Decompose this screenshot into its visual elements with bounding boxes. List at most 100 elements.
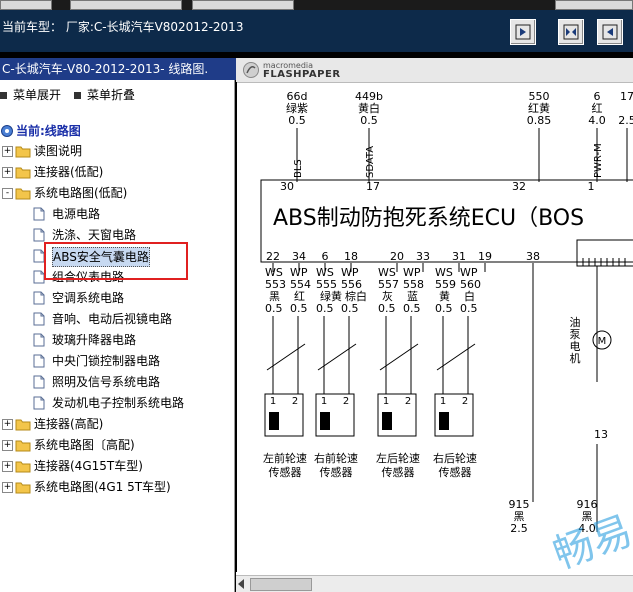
- wire-size: 0.5: [460, 302, 478, 315]
- wire-color: 棕白: [345, 289, 367, 303]
- folder-icon: [15, 146, 31, 158]
- wire-size: 0.5: [316, 302, 334, 315]
- folder-icon: [15, 167, 31, 179]
- wire-color: 白: [464, 289, 475, 303]
- ground-wire-size: 2.5: [510, 522, 528, 535]
- flashpaper-toolbar: macromedia FLASHPAPER: [236, 58, 633, 83]
- pin-number: 31: [452, 250, 466, 263]
- wire-color: 红黄: [528, 101, 550, 115]
- sensor-pin: 1: [270, 396, 276, 407]
- document-icon: [33, 291, 45, 305]
- step-back-button[interactable]: [597, 19, 623, 45]
- tree-toolbar: 菜单展开 菜单折叠: [0, 84, 234, 104]
- expand-node-icon[interactable]: +: [2, 167, 13, 178]
- sensor-pin: 2: [292, 396, 298, 407]
- pin-number: 34: [292, 250, 306, 263]
- signal-label: SDATA: [365, 146, 376, 178]
- sensor-label: 传感器: [269, 466, 302, 479]
- wire-code: 17: [620, 90, 633, 103]
- sensor-label: 右前轮速: [314, 451, 358, 465]
- document-icon: [33, 228, 45, 242]
- collapse-node-icon[interactable]: -: [2, 188, 13, 199]
- wire-size: 0.5: [378, 302, 396, 315]
- scroll-thumb[interactable]: [250, 578, 312, 591]
- tree-item-label: 电源电路: [52, 207, 101, 221]
- expand-node-icon[interactable]: +: [2, 419, 13, 430]
- expand-node-icon[interactable]: +: [2, 461, 13, 472]
- expand-node-icon[interactable]: +: [2, 146, 13, 157]
- document-icon: [33, 396, 45, 410]
- wire-size: 0.5: [360, 114, 378, 127]
- sensor-label: 左前轮速: [263, 451, 307, 465]
- wire-size: 4.0: [588, 114, 606, 127]
- scroll-left-icon[interactable]: [238, 579, 244, 589]
- document-icon: [33, 312, 45, 326]
- sensor-pin: 1: [440, 396, 446, 407]
- sensor-label: 传感器: [439, 466, 472, 479]
- pin-number: 1: [588, 180, 595, 193]
- sensor-pin: 1: [321, 396, 327, 407]
- document-icon: [33, 207, 45, 221]
- step-back-icon: [602, 24, 618, 40]
- pin-number: 6: [322, 250, 329, 263]
- tree-item-label: 连接器(低配): [34, 165, 104, 179]
- wire-size: 0.5: [288, 114, 306, 127]
- top-tab[interactable]: [555, 0, 633, 10]
- horizontal-scrollbar[interactable]: [236, 575, 633, 592]
- sensor-label: 左后轮速: [376, 451, 420, 465]
- tree-item-label: 音响、电动后视镜电路: [52, 312, 173, 326]
- tree-item-label: 空调系统电路: [52, 291, 125, 305]
- pin-number: 19: [478, 250, 492, 263]
- sensor-element: [320, 412, 330, 430]
- pin-number: 32: [512, 180, 526, 193]
- collapse-menu-button[interactable]: 菜单折叠: [74, 86, 135, 103]
- folder-icon: [15, 419, 31, 431]
- tree-item-label: 连接器(高配): [34, 417, 104, 431]
- step-forward-icon: [515, 24, 531, 40]
- wire-size: 0.5: [435, 302, 453, 315]
- motor-letter: M: [598, 336, 607, 347]
- root-icon: [1, 125, 13, 137]
- pump-label: 机: [570, 351, 581, 365]
- wire-color: 绿黄: [320, 289, 342, 303]
- tree-item-label: 系统电路图〔高配): [34, 438, 135, 452]
- document-icon: [33, 333, 45, 347]
- document-viewer: macromedia FLASHPAPER 66d 绿紫 0.5 BLS 30 449b 黄…: [236, 58, 633, 592]
- sensor-element: [382, 412, 392, 430]
- pin-number: 30: [280, 180, 294, 193]
- wire-color: 黄白: [358, 101, 380, 115]
- collapse-icon: [74, 92, 81, 99]
- signal-label: BLS: [293, 159, 304, 178]
- step-forward-button[interactable]: [510, 19, 536, 45]
- top-tab-strip: [0, 0, 633, 10]
- sensor-label: 右后轮速: [433, 451, 477, 465]
- expand-node-icon[interactable]: +: [2, 482, 13, 493]
- pin-number: 38: [526, 250, 540, 263]
- wire-color: 绿紫: [286, 101, 308, 115]
- tree-item-label: 系统电路图(4G1 5T车型): [34, 480, 171, 494]
- folder-icon: [15, 461, 31, 473]
- tree-item-label: 中央门锁控制器电路: [52, 354, 161, 368]
- document-icon: [33, 375, 45, 389]
- sensor-element: [269, 412, 279, 430]
- top-bar: 当前车型： 厂家:C-长城汽车V802012-2013: [0, 0, 633, 52]
- expand-menu-button[interactable]: 菜单展开: [0, 86, 61, 103]
- top-tab[interactable]: [192, 0, 294, 10]
- tree-item-label: 照明及信号系统电路: [52, 375, 161, 389]
- expand-node-icon[interactable]: +: [2, 440, 13, 451]
- wiring-diagram-svg: 66d绿紫0.5BLS30449b黄白0.5SDATA17550红黄0.8532…: [260, 90, 633, 572]
- pin-number: 22: [266, 250, 280, 263]
- expand-icon: [0, 92, 7, 99]
- sensor-label: 传感器: [382, 466, 415, 479]
- sensor-element: [439, 412, 449, 430]
- sensor-pin: 2: [462, 396, 468, 407]
- top-tab[interactable]: [0, 0, 52, 10]
- tree-item-label: 发动机电子控制系统电路: [52, 396, 185, 410]
- wiring-diagram[interactable]: 66d 绿紫 0.5 BLS 30 449b 黄白 0.5 SDATA 17 550 红黄 0.85 32…: [236, 82, 633, 572]
- wire-size: 0.5: [403, 302, 421, 315]
- folder-icon: [15, 482, 31, 494]
- double-arrow-button[interactable]: [558, 19, 584, 45]
- top-tab[interactable]: [70, 0, 182, 10]
- highlight-box: [44, 242, 188, 280]
- pin-number: 18: [344, 250, 358, 263]
